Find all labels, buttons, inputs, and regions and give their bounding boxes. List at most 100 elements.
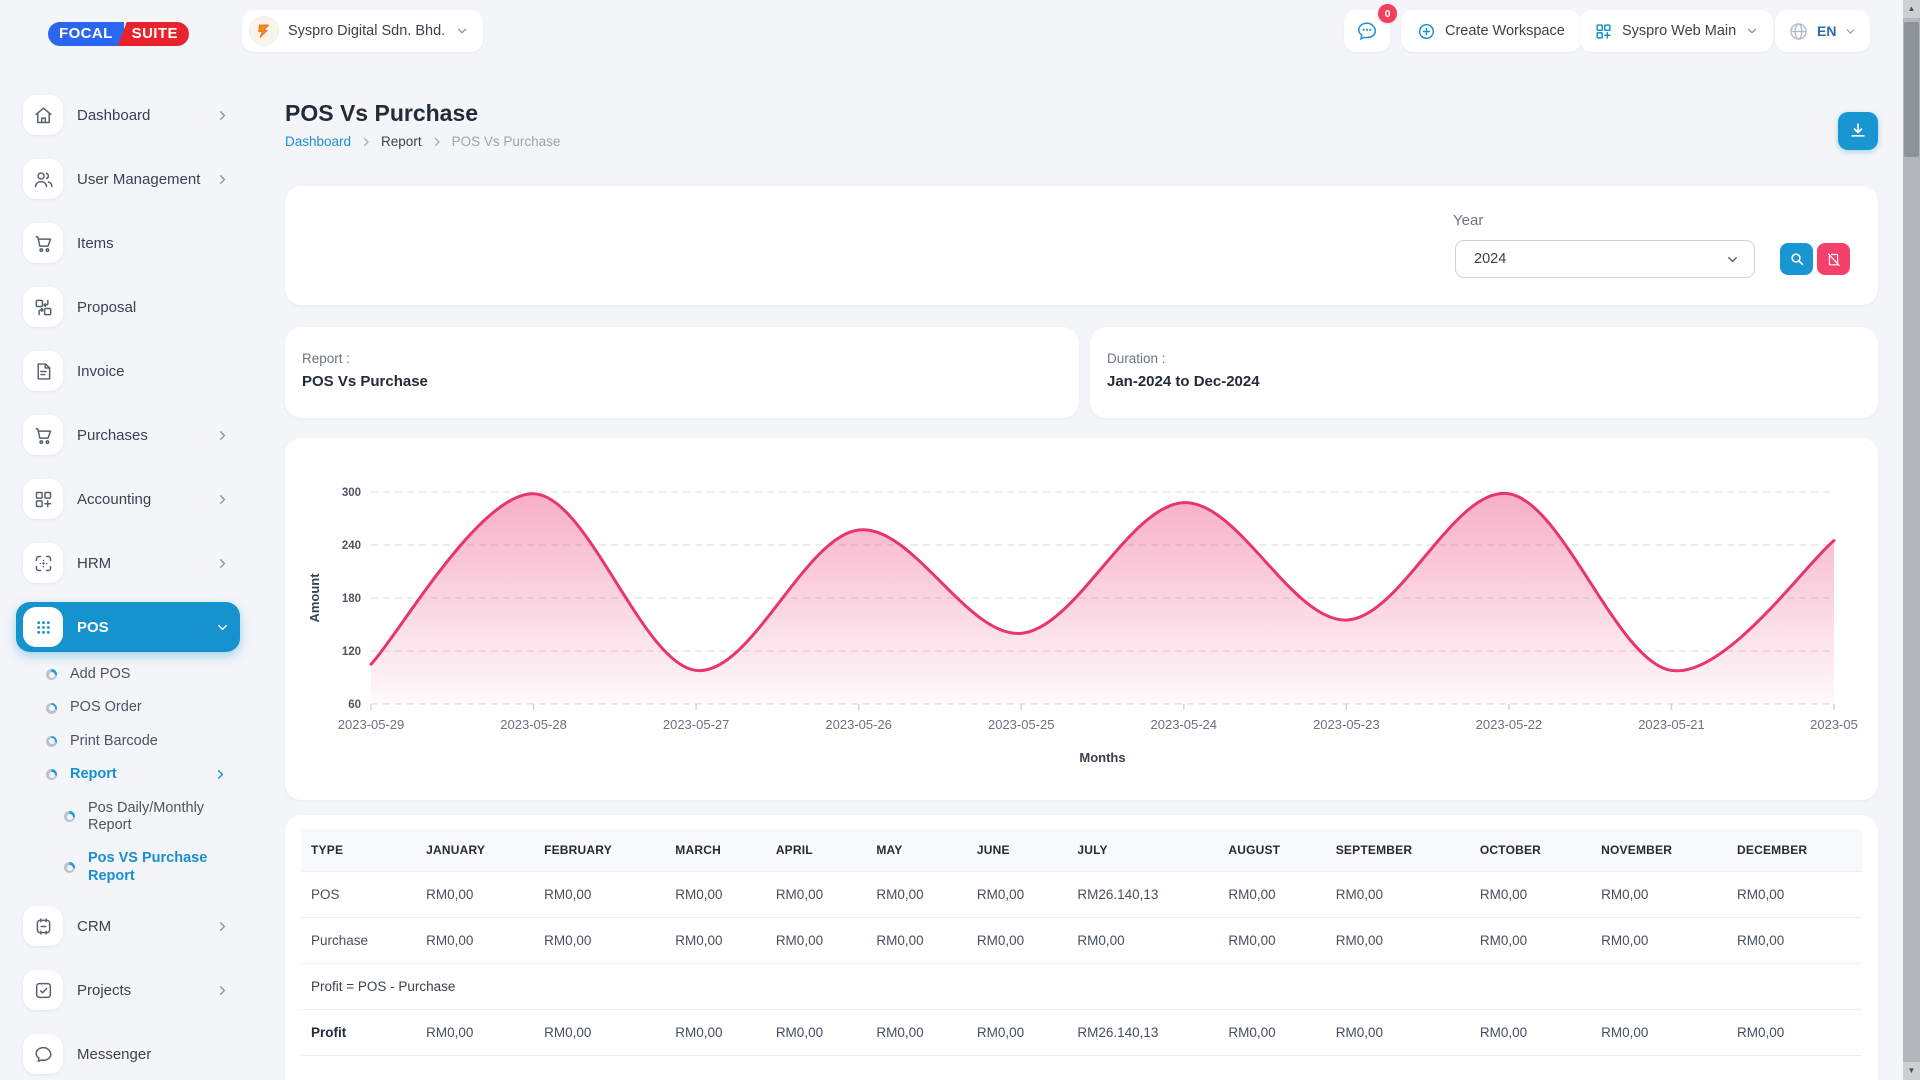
create-workspace-button[interactable]: Create Workspace	[1401, 10, 1581, 52]
invoice-icon	[23, 351, 63, 391]
sidebar-subitem-print-barcode[interactable]: Print Barcode	[46, 733, 228, 750]
chevron-right-icon	[215, 172, 230, 187]
duration-label: Duration :	[1107, 351, 1166, 366]
duration-value: Jan-2024 to Dec-2024	[1107, 373, 1260, 390]
grid-plus-icon	[23, 479, 63, 519]
sidebar-subitem-pos-order[interactable]: POS Order	[46, 699, 228, 716]
amount-cell: RM0,00	[1591, 1010, 1727, 1056]
amount-cell: RM0,00	[1067, 918, 1218, 964]
amount-cell: RM0,00	[866, 918, 967, 964]
chat-icon	[1355, 19, 1379, 43]
svg-text:2023-05-23: 2023-05-23	[1313, 717, 1380, 732]
table-row-purchase: PurchaseRM0,00RM0,00RM0,00RM0,00RM0,00RM…	[301, 918, 1862, 964]
workspace-selector[interactable]: Syspro Web Main	[1580, 10, 1773, 52]
sidebar-item-label: POS	[77, 619, 215, 636]
amount-cell: RM0,00	[766, 872, 867, 918]
table-note-row: Profit = POS - Purchase	[301, 964, 1862, 1010]
sidebar-item-label: HRM	[77, 555, 215, 572]
sidebar-item-items[interactable]: Items	[16, 218, 240, 268]
sidebar-item-dashboard[interactable]: Dashboard	[16, 90, 240, 140]
svg-text:2023-05-29: 2023-05-29	[338, 717, 405, 732]
chat-badge: 0	[1378, 4, 1397, 23]
sidebar-item-user-management[interactable]: User Management	[16, 154, 240, 204]
cart-icon	[23, 415, 63, 455]
users-icon	[23, 159, 63, 199]
breadcrumb-report[interactable]: Report	[381, 134, 422, 149]
amount-cell: RM0,00	[665, 872, 766, 918]
chevron-down-icon	[215, 620, 230, 635]
chevron-down-icon	[1725, 252, 1740, 267]
table-header: TYPEJANUARYFEBRUARYMARCHAPRILMAYJUNEJULY…	[301, 829, 1862, 872]
sidebar-item-purchases[interactable]: Purchases	[16, 410, 240, 460]
amount-cell: RM0,00	[1727, 918, 1862, 964]
sidebar-subitem-label: Add POS	[70, 666, 130, 683]
amount-cell: RM0,00	[1326, 1010, 1470, 1056]
amount-cell: RM0,00	[1591, 872, 1727, 918]
sidebar-subitem-add-pos[interactable]: Add POS	[46, 666, 228, 683]
sidebar-item-messenger[interactable]: Messenger	[16, 1029, 240, 1079]
language-selector[interactable]: EN	[1775, 10, 1870, 52]
amount-cell: RM0,00	[534, 1010, 665, 1056]
main-content: POS Vs Purchase Dashboard Report POS Vs …	[252, 64, 1903, 1080]
amount-cell: RM0,00	[416, 872, 534, 918]
reset-button[interactable]	[1817, 243, 1850, 275]
sidebar-item-pos[interactable]: POS	[16, 602, 240, 652]
chat-button[interactable]: 0	[1344, 10, 1390, 52]
sidebar-item-label: Items	[77, 235, 230, 252]
focal-suite-logo: FOCAL SUITE	[48, 22, 189, 46]
grid-plus-icon	[1594, 22, 1613, 41]
chevron-right-icon	[215, 492, 230, 507]
table-row-pos: POSRM0,00RM0,00RM0,00RM0,00RM0,00RM0,00R…	[301, 872, 1862, 918]
bullet-circle-icon	[64, 811, 75, 822]
table-column-header: DECEMBER	[1727, 829, 1862, 872]
chevron-right-icon	[215, 108, 230, 123]
sidebar-item-label: Accounting	[77, 491, 215, 508]
vertical-scrollbar[interactable]: ▲ ▼	[1903, 0, 1920, 1080]
sidebar-subitem-pos-daily-monthly-report[interactable]: Pos Daily/Monthly Report	[64, 800, 228, 835]
scroll-down-button[interactable]: ▼	[1903, 1062, 1920, 1080]
sidebar-item-hrm[interactable]: HRM	[16, 538, 240, 588]
amount-cell: RM0,00	[967, 872, 1068, 918]
table-column-header: FEBRUARY	[534, 829, 665, 872]
svg-text:120: 120	[342, 646, 361, 658]
search-button[interactable]	[1780, 243, 1813, 275]
report-value: POS Vs Purchase	[302, 373, 428, 390]
amount-cell: RM0,00	[967, 1010, 1068, 1056]
table-column-header: SEPTEMBER	[1326, 829, 1470, 872]
sidebar-item-invoice[interactable]: Invoice	[16, 346, 240, 396]
sidebar-subitem-pos-vs-purchase-report[interactable]: Pos VS Purchase Report	[64, 850, 228, 885]
amount-cell: RM0,00	[416, 918, 534, 964]
bullet-circle-icon	[46, 769, 57, 780]
scrollbar-thumb[interactable]	[1904, 22, 1919, 157]
sidebar-item-accounting[interactable]: Accounting	[16, 474, 240, 524]
amount-cell: RM0,00	[967, 918, 1068, 964]
breadcrumb: Dashboard Report POS Vs Purchase	[285, 134, 560, 149]
sidebar-subitem-label: Print Barcode	[70, 733, 158, 750]
company-selector[interactable]: Syspro Digital Sdn. Bhd.	[242, 10, 483, 52]
breadcrumb-current: POS Vs Purchase	[452, 134, 561, 149]
chevron-down-icon	[1745, 24, 1759, 38]
amount-cell: RM0,00	[1470, 872, 1591, 918]
amount-cell: RM0,00	[534, 918, 665, 964]
svg-text:2023-05-27: 2023-05-27	[663, 717, 730, 732]
clear-file-icon	[1826, 252, 1841, 267]
table-column-header: JANUARY	[416, 829, 534, 872]
sidebar-subitem-report[interactable]: Report	[46, 766, 228, 783]
chevron-down-icon	[455, 24, 469, 38]
sidebar-item-label: Invoice	[77, 363, 230, 380]
amount-cell: RM0,00	[766, 1010, 867, 1056]
sidebar-item-projects[interactable]: Projects	[16, 965, 240, 1015]
amount-cell: RM0,00	[1470, 918, 1591, 964]
year-select[interactable]: 2024	[1455, 240, 1755, 278]
scroll-up-button[interactable]: ▲	[1903, 0, 1920, 18]
svg-text:2023-05-22: 2023-05-22	[1476, 717, 1543, 732]
logo-focal: FOCAL	[48, 22, 124, 46]
download-button[interactable]	[1838, 112, 1878, 150]
breadcrumb-dashboard[interactable]: Dashboard	[285, 134, 351, 149]
chevron-right-icon	[215, 428, 230, 443]
sidebar-item-crm[interactable]: CRM	[16, 901, 240, 951]
table-column-header: JUNE	[967, 829, 1068, 872]
amount-cell: RM0,00	[1727, 1010, 1862, 1056]
row-type-cell: Profit	[301, 1010, 416, 1056]
sidebar-item-proposal[interactable]: Proposal	[16, 282, 240, 332]
